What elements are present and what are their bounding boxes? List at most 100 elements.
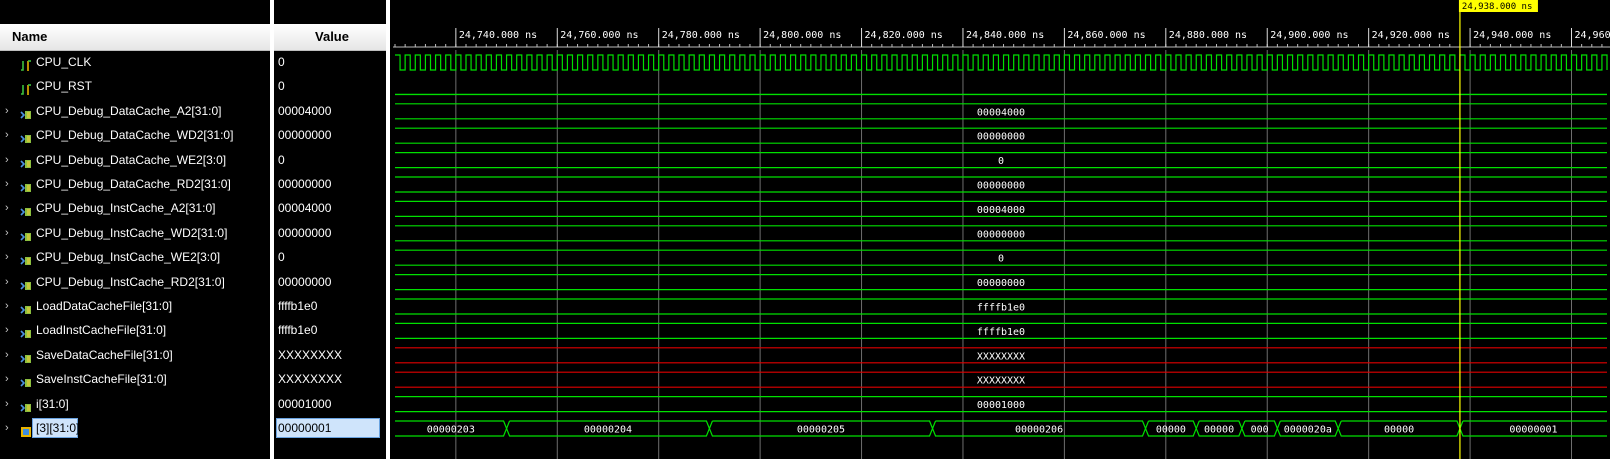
- ruler-tick-label: 24,740.000 ns: [459, 30, 537, 41]
- signal-value-row[interactable]: 00000000: [274, 123, 390, 148]
- signal-row[interactable]: › LoadDataCacheFile[31:0]: [0, 294, 272, 319]
- signal-value-row[interactable]: 00004000: [274, 99, 390, 124]
- signal-row[interactable]: › LoadInstCacheFile[31:0]: [0, 318, 272, 343]
- value-header-label: Value: [315, 29, 349, 44]
- signal-wave[interactable]: XXXXXXXX: [395, 371, 1607, 388]
- wave-splitter[interactable]: [386, 0, 390, 459]
- signal-wave[interactable]: 00004000: [395, 103, 1607, 120]
- signal-row[interactable]: › CPU_Debug_InstCache_RD2[31:0]: [0, 270, 272, 295]
- bus-segment-label: 00000: [1204, 425, 1234, 436]
- signal-value-row[interactable]: 00000001: [274, 416, 390, 441]
- signal-wave[interactable]: ffffb1e0: [395, 322, 1607, 339]
- bus-segment-label: 00000: [1156, 425, 1186, 436]
- chevron-right-icon[interactable]: ›: [5, 416, 15, 441]
- signal-value-row[interactable]: 00001000: [274, 392, 390, 417]
- bus-vector-icon: [20, 105, 32, 119]
- array-vector-icon: [20, 422, 32, 437]
- signal-value: 00000000: [278, 177, 332, 191]
- signal-wave[interactable]: 00000000: [395, 274, 1607, 291]
- signal-wave[interactable]: 0: [395, 249, 1607, 266]
- signal-row[interactable]: › CPU_Debug_DataCache_WD2[31:0]: [0, 123, 272, 148]
- signal-row[interactable]: › CPU_Debug_DataCache_WE2[3:0]: [0, 148, 272, 173]
- ruler-tick-label: 24,920.000 ns: [1372, 30, 1450, 41]
- signal-value-row[interactable]: XXXXXXXX: [274, 367, 390, 392]
- time-ruler[interactable]: 24,740.000 ns 24,760.000 ns 24,780.000 ns 2…: [393, 28, 1610, 48]
- chevron-right-icon[interactable]: ›: [5, 270, 15, 295]
- chevron-right-icon[interactable]: ›: [5, 196, 15, 221]
- signal-value: 00000000: [278, 274, 332, 289]
- signal-wave[interactable]: ffffb1e0: [395, 298, 1607, 315]
- bus-value-label: ffffb1e0: [977, 327, 1025, 338]
- bus-vector-icon: [20, 373, 32, 388]
- signal-value-row[interactable]: 00000000: [274, 172, 390, 197]
- signal-row[interactable]: › CPU_Debug_InstCache_A2[31:0]: [0, 196, 272, 221]
- signal-wave[interactable]: 00000000: [395, 176, 1607, 193]
- bus-value-label: ffffb1e0: [977, 303, 1025, 314]
- chevron-right-icon[interactable]: ›: [5, 245, 15, 270]
- signal-value-row[interactable]: 00004000: [274, 196, 390, 221]
- signal-value: XXXXXXXX: [278, 347, 343, 362]
- signal-wave[interactable]: 00004000: [395, 200, 1607, 217]
- ruler-tick-label: 24,960.000 ns: [1575, 30, 1610, 41]
- chevron-right-icon[interactable]: ›: [5, 294, 15, 319]
- bus-segment-label: 0000020a: [1284, 425, 1332, 436]
- signal-value: 0: [278, 55, 285, 69]
- signal-value-row[interactable]: 0: [274, 245, 390, 270]
- signal-row[interactable]: CPU_RST: [0, 74, 272, 99]
- name-column-header[interactable]: Name: [0, 24, 272, 51]
- chevron-right-icon[interactable]: ›: [5, 318, 15, 343]
- chevron-right-icon[interactable]: ›: [5, 172, 15, 197]
- signal-wave[interactable]: 0: [395, 152, 1607, 169]
- chevron-right-icon[interactable]: ›: [5, 148, 15, 173]
- signal-value-row[interactable]: 0: [274, 50, 390, 75]
- bus-value-label: 0: [998, 254, 1004, 265]
- signal-name: LoadInstCacheFile[31:0]: [36, 323, 167, 338]
- signal-wave[interactable]: [395, 54, 1608, 71]
- chevron-right-icon[interactable]: ›: [5, 392, 15, 417]
- signal-row[interactable]: › [3][31:0]: [0, 416, 272, 441]
- signal-value-row[interactable]: 0: [274, 74, 390, 99]
- signal-wave[interactable]: 00001000: [395, 396, 1607, 413]
- signal-row[interactable]: › i[31:0]: [0, 392, 272, 417]
- signal-value: 00001000: [278, 396, 332, 411]
- chevron-right-icon[interactable]: ›: [5, 99, 15, 124]
- signal-wave[interactable]: 00000203 00000204 00000205 00000206 00000 000…: [395, 420, 1607, 437]
- clock-trace: [395, 54, 1608, 71]
- signal-row[interactable]: › SaveInstCacheFile[31:0]: [0, 367, 272, 392]
- signal-value-row[interactable]: XXXXXXXX: [274, 343, 390, 368]
- signal-name: i[31:0]: [36, 396, 69, 411]
- signal-row[interactable]: › SaveDataCacheFile[31:0]: [0, 343, 272, 368]
- signal-value: 0: [278, 250, 285, 265]
- chevron-right-icon[interactable]: ›: [5, 221, 15, 246]
- signal-row[interactable]: › CPU_Debug_DataCache_A2[31:0]: [0, 99, 272, 124]
- signal-value: ffffb1e0: [278, 323, 318, 338]
- value-column-header[interactable]: Value: [274, 24, 390, 51]
- signal-value-row[interactable]: ffffb1e0: [274, 318, 390, 343]
- waveform-panel[interactable]: 24,740.000 ns 24,760.000 ns 24,780.000 ns 2…: [393, 0, 1610, 459]
- chevron-right-icon[interactable]: ›: [5, 343, 15, 368]
- signal-value-row[interactable]: 00000000: [274, 270, 390, 295]
- signal-values-panel: Value 0 0 00004000 00000000 0 00000000 0000400…: [274, 0, 390, 459]
- bus-vector-icon: [20, 324, 32, 339]
- signal-value-row[interactable]: 00000000: [274, 221, 390, 246]
- chevron-right-icon[interactable]: ›: [5, 367, 15, 392]
- bus-vector-icon: [20, 398, 32, 412]
- chevron-right-icon[interactable]: ›: [5, 123, 15, 148]
- bus-vector-icon: [20, 276, 32, 290]
- bus-segment-label: 00000: [1384, 425, 1414, 436]
- bus-value-label: 00004000: [977, 107, 1025, 118]
- signal-wave[interactable]: 00000000: [395, 127, 1607, 144]
- ruler-tick-label: 24,880.000 ns: [1169, 30, 1247, 41]
- waveform-canvas[interactable]: 24,740.000 ns 24,760.000 ns 24,780.000 ns 2…: [393, 0, 1610, 459]
- signal-name: CPU_Debug_InstCache_WD2[31:0]: [36, 225, 228, 240]
- signal-wave[interactable]: XXXXXXXX: [395, 347, 1607, 364]
- signal-name: CPU_Debug_InstCache_A2[31:0]: [36, 201, 216, 216]
- signal-wave[interactable]: 00000000: [395, 225, 1607, 242]
- signal-row[interactable]: CPU_CLK: [0, 50, 272, 75]
- signal-row[interactable]: › CPU_Debug_DataCache_RD2[31:0]: [0, 172, 272, 197]
- signal-value-row[interactable]: 0: [274, 148, 390, 173]
- signal-value: 00000000: [278, 225, 332, 240]
- signal-value-row[interactable]: ffffb1e0: [274, 294, 390, 319]
- signal-row[interactable]: › CPU_Debug_InstCache_WD2[31:0]: [0, 221, 272, 246]
- signal-row[interactable]: › CPU_Debug_InstCache_WE2[3:0]: [0, 245, 272, 270]
